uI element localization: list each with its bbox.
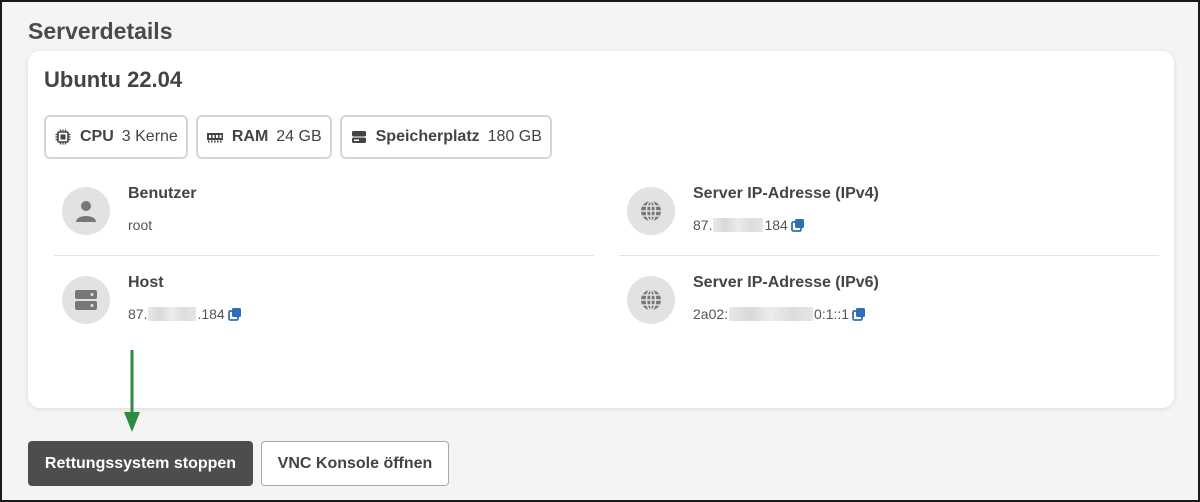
storage-icon xyxy=(350,128,368,146)
detail-title: Server IP-Adresse (IPv4) xyxy=(693,185,879,202)
globe-icon xyxy=(627,276,675,324)
detail-value: 87. 184 xyxy=(693,217,805,233)
ipv6-value-suffix: 0:1::1 xyxy=(814,306,850,322)
copy-icon[interactable] xyxy=(227,307,242,321)
spec-label: RAM xyxy=(231,128,269,145)
server-details-card: Ubuntu 22.04 CPU 3 Kerne RAM 24 GB Speic… xyxy=(28,51,1174,408)
detail-value: 87. .184 xyxy=(128,306,242,322)
divider xyxy=(54,255,594,256)
section-title: Serverdetails xyxy=(28,18,173,44)
spec-chips: CPU 3 Kerne RAM 24 GB Speicherplatz 180 … xyxy=(44,115,552,159)
user-value: root xyxy=(128,217,153,233)
open-vnc-console-button[interactable]: VNC Konsole öffnen xyxy=(261,441,449,486)
host-value-prefix: 87. xyxy=(128,306,148,322)
os-title: Ubuntu 22.04 xyxy=(44,67,183,92)
ipv4-value-prefix: 87. xyxy=(693,217,713,233)
cpu-icon xyxy=(54,128,72,146)
divider xyxy=(619,255,1159,256)
spec-label: CPU xyxy=(80,128,114,145)
spec-chip-storage: Speicherplatz 180 GB xyxy=(339,115,552,159)
spec-value: 180 GB xyxy=(487,128,542,145)
spec-label: Speicherplatz xyxy=(375,128,480,145)
spec-value: 24 GB xyxy=(276,128,322,145)
detail-title: Host xyxy=(128,274,164,291)
detail-value: 2a02: 0:1::1 xyxy=(693,306,866,322)
spec-value: 3 Kerne xyxy=(121,128,178,145)
copy-icon[interactable] xyxy=(790,218,805,232)
detail-host: Host 87. .184 xyxy=(44,266,592,358)
globe-icon xyxy=(627,187,675,235)
host-value-suffix: .184 xyxy=(197,306,225,322)
redacted-block xyxy=(148,307,197,321)
redacted-block xyxy=(713,218,764,232)
ipv6-value-prefix: 2a02: xyxy=(693,306,729,322)
stop-rescue-system-button[interactable]: Rettungssystem stoppen xyxy=(28,441,253,486)
detail-ipv6: Server IP-Adresse (IPv6) 2a02: 0:1::1 xyxy=(609,266,1157,358)
spec-chip-ram: RAM 24 GB xyxy=(195,115,332,159)
copy-icon[interactable] xyxy=(852,307,866,321)
detail-value: root xyxy=(128,217,152,233)
ipv4-value-suffix: 184 xyxy=(764,217,788,233)
detail-title: Server IP-Adresse (IPv6) xyxy=(693,274,879,291)
annotation-arrow-icon xyxy=(124,350,140,432)
user-icon xyxy=(62,187,110,235)
ram-icon xyxy=(206,128,224,146)
window-frame: Serverdetails Ubuntu 22.04 CPU 3 Kerne R… xyxy=(0,0,1200,502)
server-icon xyxy=(62,276,110,324)
spec-chip-cpu: CPU 3 Kerne xyxy=(44,115,188,159)
detail-title: Benutzer xyxy=(128,185,197,202)
redacted-block xyxy=(729,307,814,321)
